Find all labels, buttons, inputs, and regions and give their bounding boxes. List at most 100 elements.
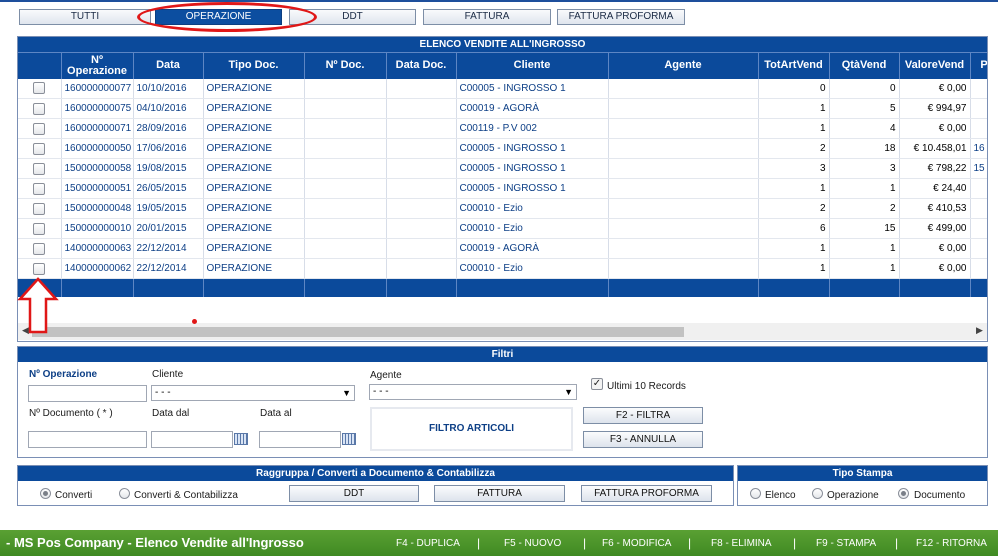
ddt-button[interactable]: DDT: [289, 485, 419, 502]
table-row[interactable]: 150000000048 19/05/2015 OPERAZIONE C00010 -…: [18, 198, 987, 219]
cell-operazione: 140000000063: [61, 238, 134, 259]
table-row[interactable]: 160000000075 04/10/2016 OPERAZIONE C00019 -…: [18, 98, 987, 119]
filtra-button[interactable]: F2 - FILTRA: [583, 407, 703, 424]
row-select-cell: [18, 138, 62, 159]
footer-cell: [203, 278, 305, 297]
row-checkbox[interactable]: [33, 82, 46, 95]
cell-agente: [608, 258, 759, 279]
col-header-cliente[interactable]: Cliente: [456, 52, 609, 79]
cell-n-doc: [304, 198, 387, 219]
cell-qtavend: 4: [829, 118, 900, 139]
calendar-icon[interactable]: [342, 433, 356, 445]
cell-operazione: 150000000051: [61, 178, 134, 199]
n-operazione-input[interactable]: [28, 385, 147, 402]
stampa-key[interactable]: F9 - STAMPA: [816, 538, 876, 549]
cell-n-doc: [304, 258, 387, 279]
n-documento-input[interactable]: [28, 431, 147, 448]
cell-agente: [608, 98, 759, 119]
cell-extra: [970, 178, 987, 199]
ultimi-records-checkbox[interactable]: ✓: [591, 378, 603, 390]
table-row[interactable]: 160000000071 28/09/2016 OPERAZIONE C00119 -…: [18, 118, 987, 139]
nuovo-key[interactable]: F5 - NUOVO: [504, 538, 561, 549]
key-separator: |: [477, 536, 481, 550]
row-checkbox[interactable]: [33, 162, 46, 175]
table-row[interactable]: 150000000051 26/05/2015 OPERAZIONE C00005 -…: [18, 178, 987, 199]
footer-cell: [133, 278, 204, 297]
cell-tipo-doc: OPERAZIONE: [203, 98, 305, 119]
fattura-proforma-button[interactable]: FATTURA PROFORMA: [581, 485, 712, 502]
table-row[interactable]: 140000000063 22/12/2014 OPERAZIONE C00019 -…: [18, 238, 987, 259]
duplica-key[interactable]: F4 - DUPLICA: [396, 538, 460, 549]
tab-tutti[interactable]: TUTTI: [19, 9, 151, 25]
converti-radio[interactable]: [40, 488, 51, 499]
cell-valorevend: € 10.458,01: [899, 138, 971, 159]
cliente-select[interactable]: - - - ▼: [151, 385, 355, 401]
col-header-n-doc[interactable]: Nº Doc.: [304, 52, 387, 79]
ritorna-key[interactable]: F12 - RITORNA: [916, 538, 987, 549]
table-row[interactable]: 140000000062 22/12/2014 OPERAZIONE C00010 -…: [18, 258, 987, 279]
table-row[interactable]: 160000000050 17/06/2016 OPERAZIONE C00005 -…: [18, 138, 987, 159]
scrollbar-thumb[interactable]: [32, 327, 684, 337]
cell-valorevend: € 24,40: [899, 178, 971, 199]
table-row[interactable]: 160000000077 10/10/2016 OPERAZIONE C00005 -…: [18, 78, 987, 99]
col-header-data[interactable]: Data: [133, 52, 204, 79]
cell-data: 17/06/2016: [133, 138, 204, 159]
elenco-label: Elenco: [765, 490, 796, 501]
cell-operazione: 150000000010: [61, 218, 134, 239]
cell-data-doc: [386, 238, 457, 259]
table-row[interactable]: 150000000058 19/08/2015 OPERAZIONE C00005 -…: [18, 158, 987, 179]
row-checkbox[interactable]: [33, 262, 46, 275]
row-checkbox[interactable]: [33, 182, 46, 195]
row-checkbox[interactable]: [33, 102, 46, 115]
cell-agente: [608, 138, 759, 159]
chevron-down-icon: ▼: [342, 388, 351, 398]
cell-data-doc: [386, 178, 457, 199]
cell-extra: [970, 118, 987, 139]
documento-radio[interactable]: [898, 488, 909, 499]
cell-qtavend: 15: [829, 218, 900, 239]
col-header-totartvend[interactable]: TotArtVend: [758, 52, 830, 79]
data-dal-input[interactable]: [151, 431, 233, 448]
row-checkbox[interactable]: [33, 202, 46, 215]
row-checkbox[interactable]: [33, 142, 46, 155]
col-header-qtavend[interactable]: QtàVend: [829, 52, 900, 79]
agente-select[interactable]: - - - ▼: [369, 384, 577, 400]
modifica-key[interactable]: F6 - MODIFICA: [602, 538, 671, 549]
col-header-extra[interactable]: P: [970, 52, 987, 79]
cell-agente: [608, 78, 759, 99]
agente-label: Agente: [370, 370, 402, 381]
col-header-agente[interactable]: Agente: [608, 52, 759, 79]
horizontal-scrollbar[interactable]: ◀ ▶: [18, 323, 987, 340]
table-row[interactable]: 150000000010 20/01/2015 OPERAZIONE C00010 -…: [18, 218, 987, 239]
data-al-input[interactable]: [259, 431, 341, 448]
col-header-operazione[interactable]: Nº Operazione: [61, 52, 134, 79]
operazione-radio[interactable]: [812, 488, 823, 499]
cell-agente: [608, 218, 759, 239]
col-header-data-doc[interactable]: Data Doc.: [386, 52, 457, 79]
tab-fattura[interactable]: FATTURA: [423, 9, 551, 25]
tab-ddt[interactable]: DDT: [289, 9, 416, 25]
elenco-radio[interactable]: [750, 488, 761, 499]
annulla-button[interactable]: F3 - ANNULLA: [583, 431, 703, 448]
cell-operazione: 150000000058: [61, 158, 134, 179]
row-checkbox[interactable]: [33, 122, 46, 135]
tab-fattura-proforma[interactable]: FATTURA PROFORMA: [557, 9, 685, 25]
cell-data: 10/10/2016: [133, 78, 204, 99]
row-select-cell: [18, 178, 62, 199]
calendar-icon[interactable]: [234, 433, 248, 445]
cell-valorevend: € 0,00: [899, 78, 971, 99]
row-checkbox[interactable]: [33, 242, 46, 255]
fattura-button[interactable]: FATTURA: [434, 485, 565, 502]
cell-data-doc: [386, 98, 457, 119]
converti-contabilizza-radio[interactable]: [119, 488, 130, 499]
tab-operazione[interactable]: OPERAZIONE: [155, 9, 282, 25]
grid-title: ELENCO VENDITE ALL'INGROSSO: [18, 37, 987, 52]
row-checkbox[interactable]: [33, 222, 46, 235]
cell-qtavend: 18: [829, 138, 900, 159]
filtro-articoli-button[interactable]: FILTRO ARTICOLI: [370, 407, 573, 451]
col-header-valorevend[interactable]: ValoreVend: [899, 52, 971, 79]
footer-cell: [386, 278, 457, 297]
col-header-tipo-doc[interactable]: Tipo Doc.: [203, 52, 305, 79]
elimina-key[interactable]: F8 - ELIMINA: [711, 538, 772, 549]
scroll-right-icon[interactable]: ▶: [976, 325, 983, 336]
